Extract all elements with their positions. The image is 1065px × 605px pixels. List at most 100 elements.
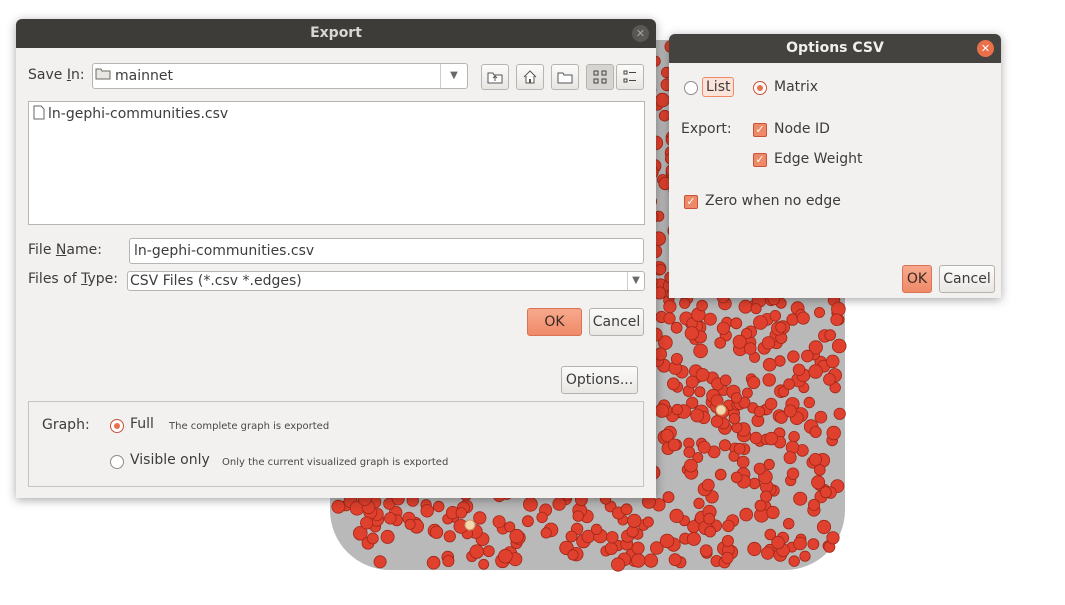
graph-node bbox=[482, 545, 495, 558]
graph-node bbox=[683, 446, 696, 459]
format-matrix-radio[interactable] bbox=[753, 81, 767, 95]
graph-node bbox=[404, 518, 416, 530]
graph-node bbox=[655, 92, 670, 108]
zero-when-no-edge-checkbox[interactable]: ✓ bbox=[684, 195, 698, 209]
graph-node bbox=[627, 513, 642, 528]
edge-weight-checkbox[interactable]: ✓ bbox=[753, 153, 767, 167]
graph-node bbox=[690, 408, 705, 423]
list-view-button[interactable] bbox=[586, 64, 614, 90]
options-ok-button[interactable]: OK bbox=[902, 265, 932, 293]
graph-node bbox=[703, 312, 717, 326]
graph-node bbox=[654, 263, 667, 276]
home-icon bbox=[523, 70, 537, 84]
graph-node bbox=[536, 511, 548, 524]
graph-node bbox=[659, 533, 675, 549]
graph-node bbox=[620, 503, 633, 516]
graph-node bbox=[667, 377, 680, 391]
home-button[interactable] bbox=[516, 64, 544, 90]
format-matrix-label[interactable]: Matrix bbox=[774, 79, 818, 95]
close-icon[interactable]: ✕ bbox=[632, 25, 649, 42]
graph-node bbox=[833, 407, 846, 420]
export-titlebar[interactable]: Export ✕ bbox=[16, 19, 656, 48]
graph-node bbox=[442, 555, 455, 568]
file-name-input[interactable]: ln-gephi-communities.csv bbox=[129, 238, 644, 264]
zero-when-no-edge-label[interactable]: Zero when no edge bbox=[705, 193, 841, 209]
graph-node bbox=[565, 530, 578, 543]
graph-full-label[interactable]: Full bbox=[130, 416, 154, 432]
graph-node bbox=[523, 496, 538, 512]
graph-node bbox=[667, 438, 681, 452]
close-icon[interactable]: ✕ bbox=[977, 40, 994, 57]
graph-node bbox=[654, 403, 670, 418]
graph-node bbox=[792, 363, 806, 377]
details-view-button[interactable] bbox=[616, 64, 644, 90]
options-button[interactable]: Options... bbox=[561, 366, 638, 394]
graph-node bbox=[808, 498, 821, 511]
graph-node bbox=[749, 431, 763, 445]
graph-node bbox=[509, 528, 525, 544]
node-id-checkbox[interactable]: ✓ bbox=[753, 123, 767, 137]
cancel-button[interactable]: Cancel bbox=[589, 308, 644, 336]
graph-node bbox=[694, 386, 706, 398]
graph-node bbox=[733, 442, 746, 455]
graph-node bbox=[823, 373, 836, 386]
file-list[interactable]: ln-gephi-communities.csv bbox=[28, 101, 645, 225]
graph-node bbox=[606, 531, 619, 544]
graph-node bbox=[748, 477, 761, 490]
up-folder-button[interactable] bbox=[481, 64, 509, 90]
chevron-down-icon[interactable]: ▼ bbox=[627, 272, 644, 290]
graph-node bbox=[764, 397, 778, 411]
graph-node bbox=[522, 515, 534, 528]
graph-node bbox=[819, 486, 832, 499]
ok-button[interactable]: OK bbox=[527, 308, 582, 336]
graph-node bbox=[814, 306, 826, 318]
graph-node bbox=[809, 452, 823, 466]
files-of-type-combo[interactable]: CSV Files (*.csv *.edges) ▼ bbox=[127, 271, 645, 291]
graph-node bbox=[433, 500, 445, 513]
graph-node bbox=[492, 515, 506, 529]
file-name-label: File Name: bbox=[28, 242, 102, 258]
options-cancel-button[interactable]: Cancel bbox=[939, 265, 995, 293]
graph-node bbox=[567, 549, 579, 561]
save-in-value: mainnet bbox=[115, 68, 173, 84]
graph-node bbox=[662, 491, 675, 504]
graph-node-highlight bbox=[715, 404, 727, 416]
chevron-down-icon[interactable]: ▼ bbox=[440, 64, 467, 88]
graph-node bbox=[825, 354, 840, 369]
graph-node bbox=[728, 412, 741, 425]
graph-node bbox=[808, 364, 823, 379]
graph-node bbox=[693, 343, 708, 359]
graph-node bbox=[769, 309, 782, 322]
graph-node bbox=[813, 464, 826, 476]
graph-visible-radio[interactable] bbox=[110, 455, 124, 469]
format-list-radio[interactable] bbox=[684, 81, 698, 95]
graph-node bbox=[703, 512, 716, 525]
graph-node bbox=[803, 396, 816, 409]
list-item[interactable]: ln-gephi-communities.csv bbox=[33, 105, 228, 122]
graph-node bbox=[697, 440, 711, 454]
options-titlebar[interactable]: Options CSV ✕ bbox=[669, 34, 1001, 63]
graph-node bbox=[787, 350, 800, 363]
graph-node bbox=[761, 546, 775, 560]
graph-node bbox=[426, 555, 441, 570]
graph-node bbox=[742, 387, 753, 399]
node-id-label[interactable]: Node ID bbox=[774, 121, 830, 137]
up-folder-icon bbox=[487, 72, 503, 84]
graph-node bbox=[788, 555, 800, 567]
graph-visible-label[interactable]: Visible only bbox=[130, 452, 210, 468]
graph-node bbox=[786, 467, 800, 480]
edge-weight-label[interactable]: Edge Weight bbox=[774, 151, 862, 167]
list-view-icon bbox=[593, 70, 607, 84]
graph-node bbox=[809, 425, 822, 438]
graph-node bbox=[642, 516, 654, 528]
graph-node bbox=[771, 535, 785, 550]
graph-full-radio[interactable] bbox=[110, 419, 124, 433]
format-list-label[interactable]: List bbox=[702, 77, 735, 97]
graph-node bbox=[668, 553, 682, 567]
graph-node bbox=[714, 468, 727, 481]
graph-node bbox=[610, 557, 626, 572]
save-in-combo[interactable]: mainnet ▼ bbox=[92, 63, 468, 89]
graph-node bbox=[469, 544, 485, 559]
new-folder-button[interactable] bbox=[551, 64, 579, 90]
folder-icon bbox=[95, 64, 111, 88]
